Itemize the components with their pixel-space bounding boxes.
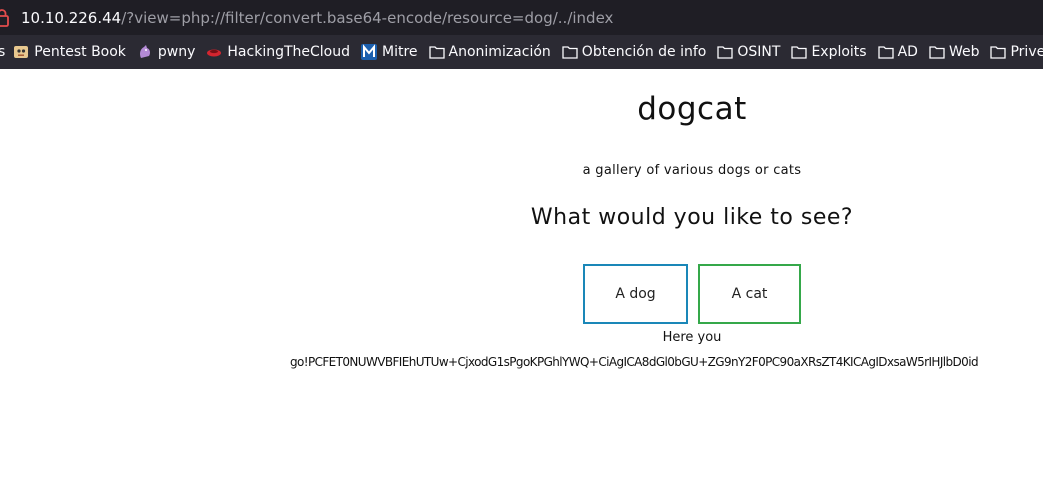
bookmark-label: AD: [897, 44, 918, 60]
bookmark-folder-web[interactable]: Web: [929, 44, 980, 60]
folder-icon: [562, 46, 578, 59]
folder-icon: [791, 46, 808, 59]
folder-icon: [428, 46, 445, 59]
bookmark-label: s: [0, 44, 6, 60]
url-host: 10.10.226.44: [21, 8, 122, 27]
bookmark-label: Web: [948, 44, 980, 60]
bookmark-folder-osint[interactable]: OSINT: [717, 44, 780, 60]
bookmark-folder-anonimizacion[interactable]: Anonimización: [428, 44, 551, 60]
bookmark-folder-exploits[interactable]: Exploits: [791, 44, 867, 60]
bookmark-mitre[interactable]: Mitre: [361, 44, 418, 60]
bookmark-partial[interactable]: s: [0, 44, 5, 60]
folder-icon: [877, 46, 894, 59]
lock-icon: [0, 8, 9, 27]
pwny-icon: [139, 45, 150, 58]
dog-button[interactable]: A dog: [583, 264, 688, 324]
bookmark-label: Mitre: [382, 44, 418, 60]
bookmark-label: OSINT: [737, 44, 781, 60]
hackingthecloud-icon: [207, 49, 222, 57]
bookmark-label: HackingTheCloud: [227, 44, 350, 60]
bookmark-label: Obtención de info: [581, 44, 707, 60]
bookmark-label: Privesc: [1010, 44, 1043, 60]
mitre-icon: [361, 44, 377, 60]
bookmark-label: pwny: [157, 44, 196, 60]
bookmark-pwny[interactable]: pwny: [137, 44, 196, 60]
bookmark-label: Pentest Book: [34, 44, 126, 60]
page-title: dogcat: [637, 91, 747, 127]
url-path: /?view=php://filter/convert.base64-encod…: [121, 8, 614, 27]
bookmark-folder-privesc[interactable]: Privesc: [990, 44, 1043, 60]
cat-button[interactable]: A cat: [698, 264, 801, 324]
question-heading: What would you like to see?: [530, 205, 854, 230]
folder-icon: [717, 46, 734, 59]
folder-icon: [929, 46, 945, 59]
page-subtitle: a gallery of various dogs or cats: [582, 163, 802, 178]
here-you-text: Here you: [662, 330, 722, 345]
pentest-book-icon: [14, 46, 29, 58]
bookmarks-toolbar: s Pentest Book pwny HackingTheCloud Mitr…: [0, 35, 1043, 69]
page-content: dogcat a gallery of various dogs or cats…: [0, 69, 1043, 485]
bookmark-folder-obtencion[interactable]: Obtención de info: [562, 44, 707, 60]
address-bar[interactable]: 10.10.226.44/?view=php://filter/convert.…: [0, 0, 1043, 35]
bookmark-folder-ad[interactable]: AD: [877, 44, 918, 60]
bookmark-label: Exploits: [811, 44, 867, 60]
bookmark-hackingthecloud[interactable]: HackingTheCloud: [206, 44, 350, 60]
bookmark-pentest-book[interactable]: Pentest Book: [13, 44, 126, 60]
bookmark-label: Anonimización: [448, 44, 551, 60]
base64-output: go!PCFET0NUWVBFIEhUTUw+CjxodG1sPgoKPGhlY…: [290, 355, 979, 369]
folder-icon: [990, 46, 1007, 59]
